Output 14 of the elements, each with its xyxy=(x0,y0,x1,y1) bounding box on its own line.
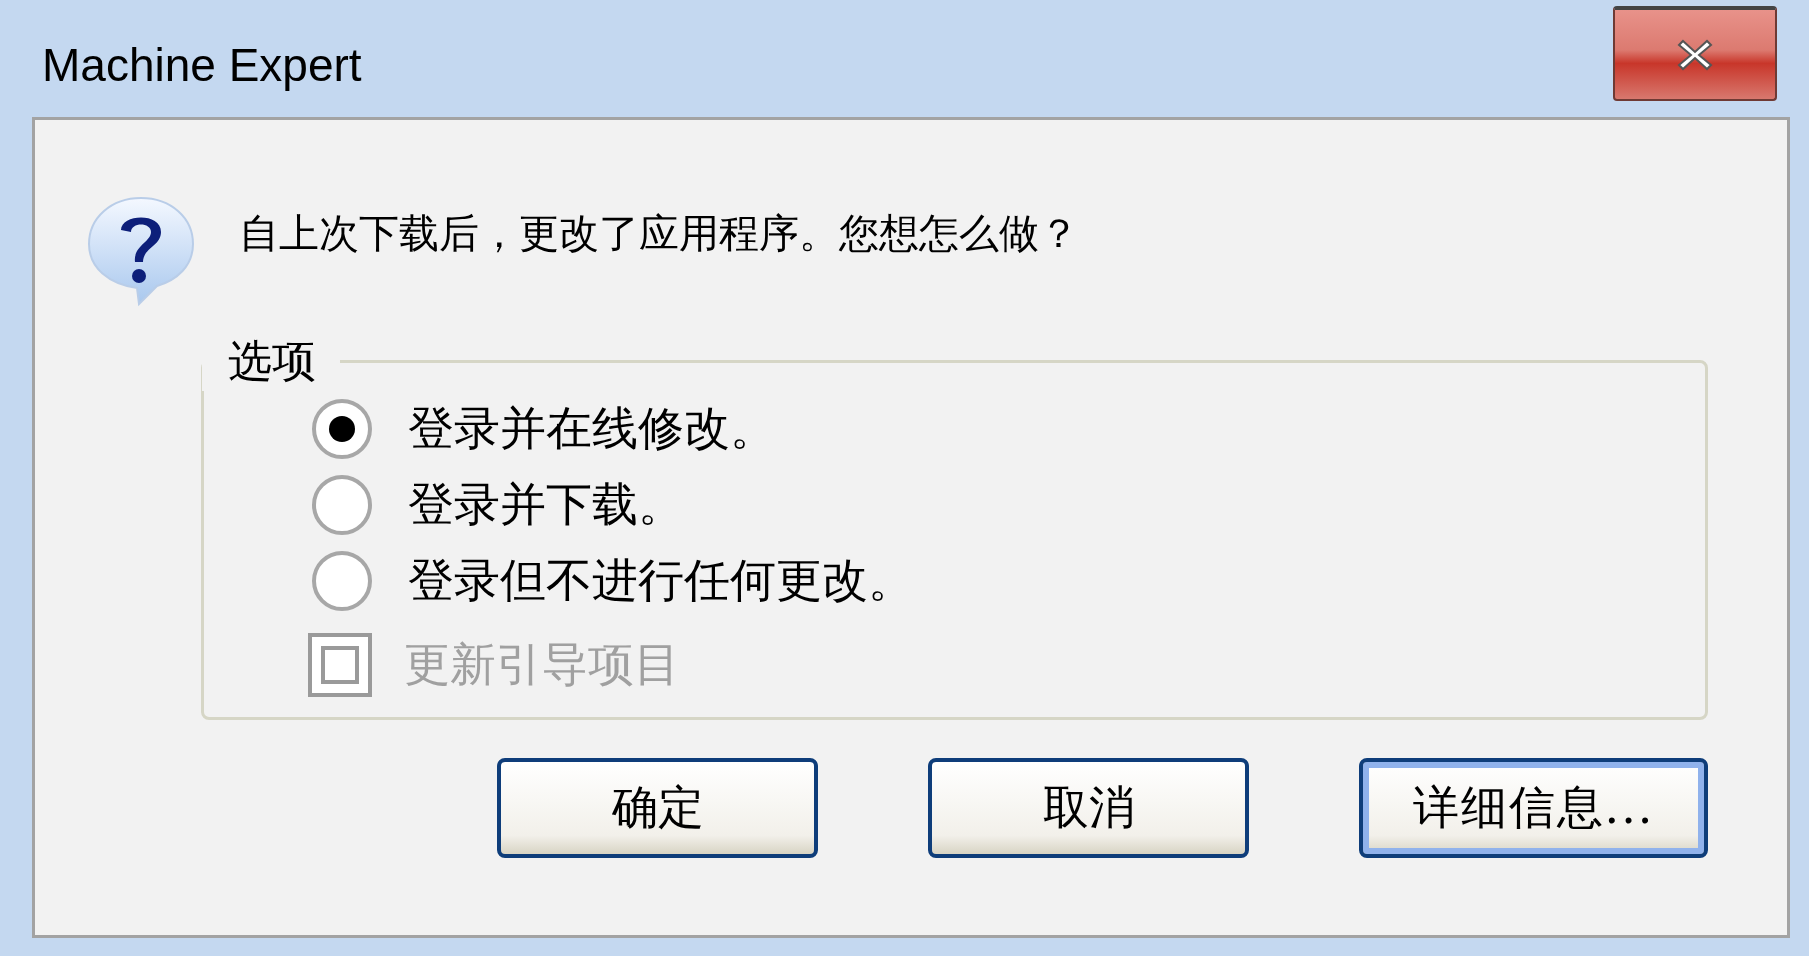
option-label: 登录但不进行任何更改。 xyxy=(408,552,914,609)
window-title: Machine Expert xyxy=(42,38,362,92)
message-text: 自上次下载后，更改了应用程序。您想怎么做？ xyxy=(239,209,1079,258)
group-title: 选项 xyxy=(227,334,317,388)
radio-button[interactable] xyxy=(312,399,372,459)
close-button[interactable] xyxy=(1613,6,1777,101)
radio-button[interactable] xyxy=(312,551,372,611)
dialog-button[interactable]: 确定 xyxy=(497,758,818,858)
dialog-button[interactable]: 取消 xyxy=(928,758,1249,858)
dialog-button[interactable]: 详细信息... xyxy=(1359,758,1708,858)
option-label: 登录并在线修改。 xyxy=(408,400,776,457)
radio-button[interactable] xyxy=(312,475,372,535)
option-label: 登录并下载。 xyxy=(408,476,684,533)
option-label: 更新引导项目 xyxy=(404,636,680,693)
